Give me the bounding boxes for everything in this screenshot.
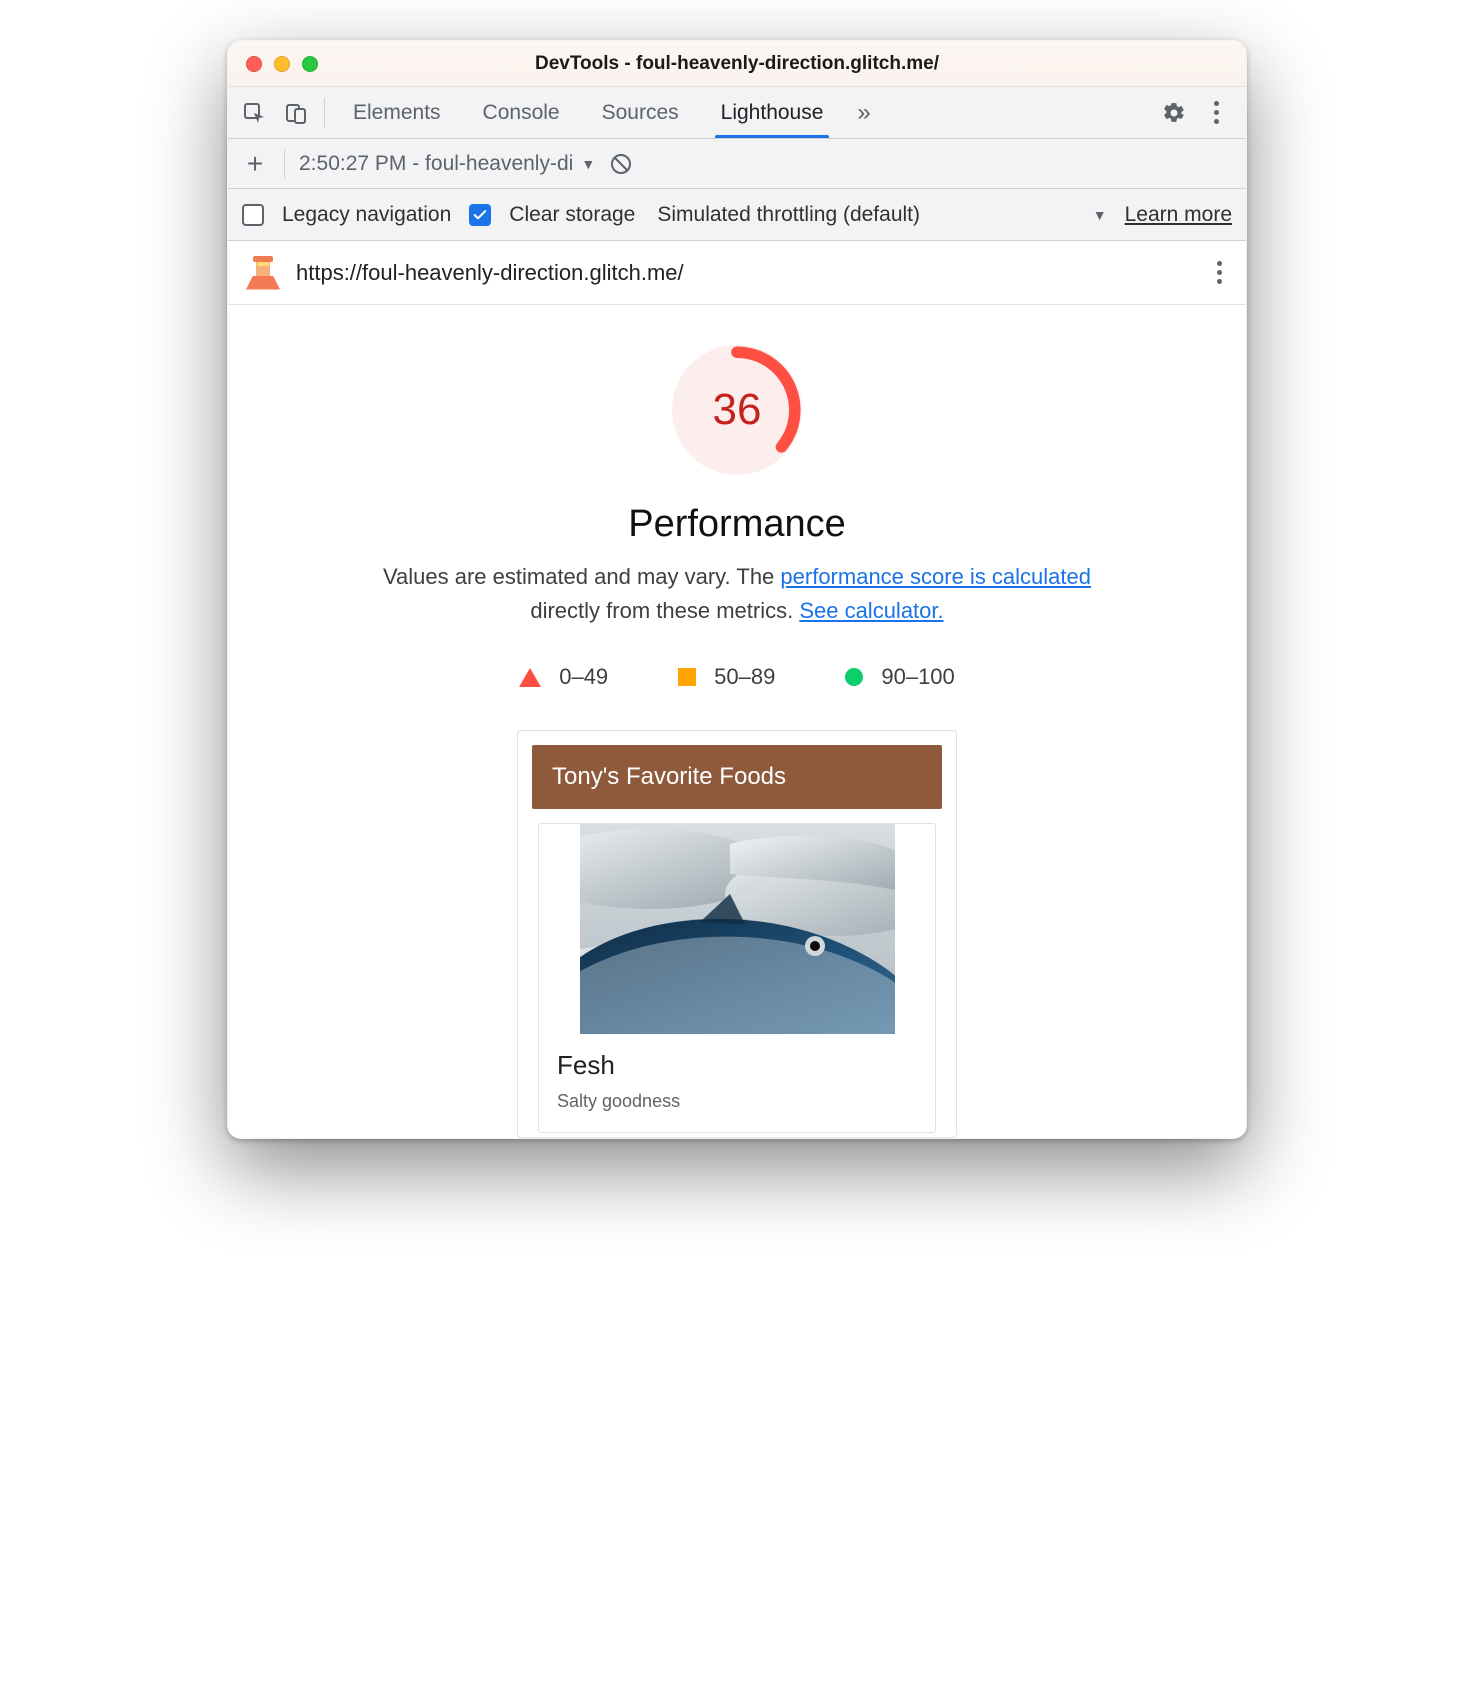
settings-icon[interactable] — [1154, 93, 1194, 133]
devtools-window: DevTools - foul-heavenly-direction.glitc… — [227, 40, 1247, 1139]
clear-storage-label: Clear storage — [509, 203, 635, 227]
desc-text: directly from these metrics. — [530, 598, 799, 623]
legend-pass-label: 90–100 — [881, 664, 954, 690]
minimize-window-button[interactable] — [274, 56, 290, 72]
score-value: 36 — [672, 345, 802, 475]
titlebar: DevTools - foul-heavenly-direction.glitc… — [228, 41, 1246, 87]
new-report-button[interactable]: + — [240, 150, 270, 178]
circle-icon — [845, 668, 863, 686]
desc-text: Values are estimated and may vary. The — [383, 564, 780, 589]
lighthouse-icon — [246, 256, 280, 290]
devtools-tabstrip: Elements Console Sources Lighthouse » — [228, 87, 1246, 139]
score-legend: 0–49 50–89 90–100 — [252, 664, 1222, 690]
score-gauge: 36 — [252, 345, 1222, 475]
report-history-label: 2:50:27 PM - foul-heavenly-di — [299, 152, 573, 176]
page-screenshot-preview: Tony's Favorite Foods — [517, 730, 957, 1138]
traffic-lights — [246, 56, 318, 72]
window-title: DevTools - foul-heavenly-direction.glitc… — [228, 53, 1246, 75]
zoom-window-button[interactable] — [302, 56, 318, 72]
lighthouse-options-bar: Legacy navigation Clear storage Simulate… — [228, 189, 1246, 241]
preview-card-title: Fesh — [557, 1050, 917, 1081]
clear-storage-checkbox[interactable] — [469, 204, 491, 226]
tab-console[interactable]: Console — [463, 87, 580, 138]
throttling-label: Simulated throttling (default) — [657, 203, 920, 227]
legend-fail: 0–49 — [519, 664, 608, 690]
learn-more-link[interactable]: Learn more — [1125, 203, 1232, 227]
square-icon — [678, 668, 696, 686]
preview-card: Fesh Salty goodness — [538, 823, 936, 1133]
chevron-down-icon: ▼ — [581, 156, 595, 172]
clear-all-icon[interactable] — [609, 152, 633, 176]
separator — [324, 98, 325, 128]
legend-fail-label: 0–49 — [559, 664, 608, 690]
lighthouse-report: 36 Performance Values are estimated and … — [228, 305, 1246, 1138]
preview-header: Tony's Favorite Foods — [532, 745, 942, 809]
legend-pass: 90–100 — [845, 664, 954, 690]
lighthouse-subtoolbar: + 2:50:27 PM - foul-heavenly-di ▼ — [228, 139, 1246, 189]
inspect-icon[interactable] — [234, 93, 274, 133]
legacy-navigation-checkbox[interactable] — [242, 204, 264, 226]
report-menu-button[interactable] — [1211, 255, 1228, 290]
more-menu-icon[interactable] — [1196, 93, 1236, 133]
see-calculator-link[interactable]: See calculator. — [799, 598, 943, 623]
legend-average: 50–89 — [678, 664, 775, 690]
legend-average-label: 50–89 — [714, 664, 775, 690]
report-url-row: https://foul-heavenly-direction.glitch.m… — [228, 241, 1246, 305]
report-url: https://foul-heavenly-direction.glitch.m… — [296, 260, 684, 286]
perf-score-calc-link[interactable]: performance score is calculated — [780, 564, 1091, 589]
more-tabs-icon[interactable]: » — [845, 99, 882, 127]
legacy-navigation-label: Legacy navigation — [282, 203, 451, 227]
device-toggle-icon[interactable] — [276, 93, 316, 133]
category-title: Performance — [252, 503, 1222, 546]
triangle-icon — [519, 668, 541, 687]
fish-image — [580, 824, 895, 1034]
tab-elements[interactable]: Elements — [333, 87, 461, 138]
close-window-button[interactable] — [246, 56, 262, 72]
chevron-down-icon[interactable]: ▼ — [1093, 207, 1107, 223]
tab-sources[interactable]: Sources — [582, 87, 699, 138]
preview-card-sub: Salty goodness — [557, 1091, 917, 1112]
separator — [284, 149, 285, 179]
score-description: Values are estimated and may vary. The p… — [357, 560, 1117, 628]
tab-lighthouse[interactable]: Lighthouse — [701, 87, 844, 138]
report-history-dropdown[interactable]: 2:50:27 PM - foul-heavenly-di ▼ — [299, 152, 595, 176]
